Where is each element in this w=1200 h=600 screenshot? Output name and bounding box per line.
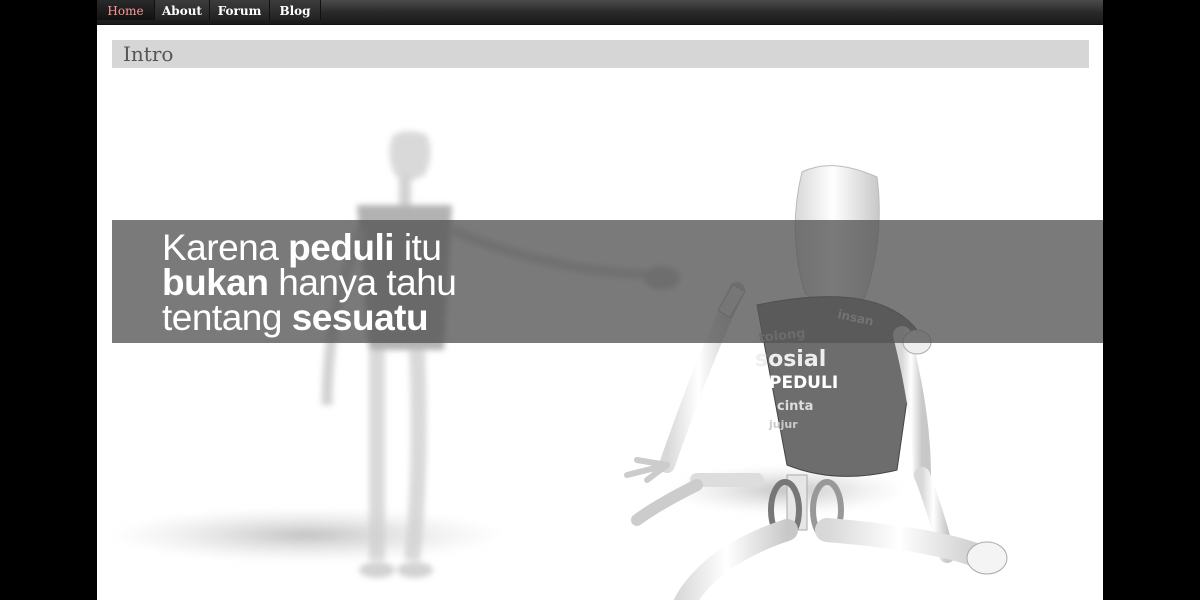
top-navigation-bar: Home About Forum Blog (97, 0, 1103, 25)
chest-word: sosial (755, 347, 826, 372)
chest-word: cinta (777, 399, 813, 414)
chest-word: jujur (768, 418, 798, 431)
slogan-text: Karena peduli itu bukan hanya tahu tenta… (162, 229, 457, 338)
slogan-line-2: bukan hanya tahu (162, 264, 457, 301)
slogan-line-1: Karena peduli itu (162, 229, 456, 266)
page-content: Home About Forum Blog Intro sosial PEDUL… (97, 0, 1103, 600)
slogan-banner: Karena peduli itu bukan hanya tahu tenta… (112, 220, 1103, 343)
slogan-emphasis: sesuatu (291, 297, 429, 338)
nav-item-blog[interactable]: Blog (270, 0, 321, 20)
nav-menu: Home About Forum Blog (97, 0, 1103, 20)
nav-item-home[interactable]: Home (97, 0, 155, 20)
nav-item-forum[interactable]: Forum (210, 0, 270, 20)
standing-figure (321, 131, 680, 578)
slogan-word: tentang (162, 297, 292, 338)
intro-header-bar: Intro (112, 40, 1089, 68)
slogan-line-3: tentang sesuatu (162, 297, 456, 338)
chest-word: PEDULI (769, 373, 838, 393)
floor-shadow-left (107, 507, 507, 563)
nav-item-about[interactable]: About (155, 0, 210, 20)
intro-title: Intro (123, 42, 174, 66)
